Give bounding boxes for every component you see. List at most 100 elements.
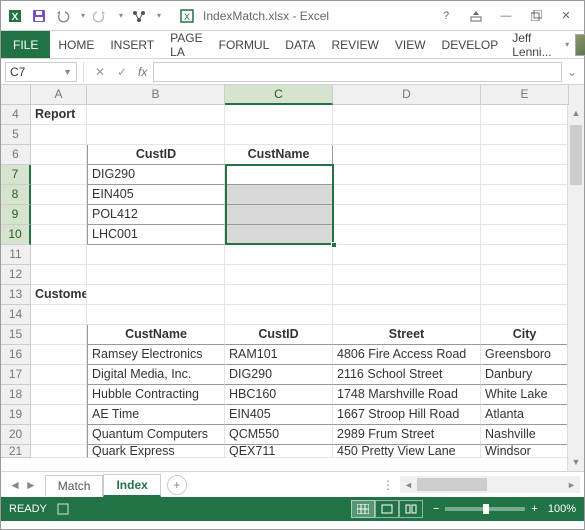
- cell[interactable]: DIG290: [87, 165, 225, 185]
- cell[interactable]: [31, 365, 87, 385]
- cell[interactable]: [31, 225, 87, 245]
- row-header[interactable]: 7: [1, 165, 31, 185]
- cell[interactable]: [481, 245, 569, 265]
- cell[interactable]: [31, 265, 87, 285]
- cell[interactable]: Greensboro: [481, 345, 569, 365]
- tab-data[interactable]: DATA: [277, 31, 323, 58]
- zoom-thumb[interactable]: [483, 504, 489, 514]
- row-header[interactable]: 21: [1, 445, 31, 458]
- row-header[interactable]: 6: [1, 145, 31, 165]
- cell[interactable]: [225, 305, 333, 325]
- cell[interactable]: [333, 105, 481, 125]
- cell[interactable]: White Lake: [481, 385, 569, 405]
- sheet-tab-match[interactable]: Match: [45, 475, 104, 496]
- pivot-icon[interactable]: [131, 8, 147, 24]
- row-header[interactable]: 16: [1, 345, 31, 365]
- cell[interactable]: Street: [333, 325, 481, 345]
- cell[interactable]: AE Time: [87, 405, 225, 425]
- cell[interactable]: [87, 265, 225, 285]
- qat-customize-icon[interactable]: ▾: [157, 11, 161, 20]
- tab-formulas[interactable]: FORMUL: [211, 31, 278, 58]
- tab-developer[interactable]: DEVELOP: [434, 31, 507, 58]
- cell[interactable]: Ramsey Electronics: [87, 345, 225, 365]
- scroll-up-icon[interactable]: ▲: [568, 105, 584, 122]
- tab-view[interactable]: VIEW: [387, 31, 434, 58]
- cell[interactable]: [31, 325, 87, 345]
- cell[interactable]: [481, 185, 569, 205]
- row-header[interactable]: 4: [1, 105, 31, 125]
- cell[interactable]: [333, 305, 481, 325]
- cell[interactable]: [481, 225, 569, 245]
- add-sheet-button[interactable]: +: [167, 475, 187, 495]
- cell[interactable]: Hubble Contracting: [87, 385, 225, 405]
- cell[interactable]: EIN405: [87, 185, 225, 205]
- redo-icon[interactable]: [93, 8, 109, 24]
- cell[interactable]: [87, 285, 225, 305]
- row-header[interactable]: 13: [1, 285, 31, 305]
- cell[interactable]: [225, 165, 333, 185]
- cell[interactable]: [225, 265, 333, 285]
- cell[interactable]: HBC160: [225, 385, 333, 405]
- cell[interactable]: Customers: [31, 285, 87, 305]
- cell[interactable]: [31, 125, 87, 145]
- cell[interactable]: [481, 305, 569, 325]
- tab-review[interactable]: REVIEW: [324, 31, 387, 58]
- cell[interactable]: [481, 265, 569, 285]
- cell[interactable]: [31, 425, 87, 445]
- col-header-C[interactable]: C: [225, 85, 333, 105]
- cell[interactable]: [87, 125, 225, 145]
- cell[interactable]: [333, 225, 481, 245]
- scroll-down-icon[interactable]: ▼: [568, 454, 584, 471]
- cell[interactable]: EIN405: [225, 405, 333, 425]
- ribbon-options-icon[interactable]: [462, 6, 490, 26]
- cell[interactable]: [481, 125, 569, 145]
- cell[interactable]: [31, 345, 87, 365]
- cell[interactable]: 4806 Fire Access Road: [333, 345, 481, 365]
- cell[interactable]: [31, 385, 87, 405]
- save-icon[interactable]: [31, 8, 47, 24]
- row-header[interactable]: 19: [1, 405, 31, 425]
- cell[interactable]: [333, 185, 481, 205]
- cell[interactable]: 1748 Marshville Road: [333, 385, 481, 405]
- zoom-slider[interactable]: − +: [433, 503, 538, 515]
- cell[interactable]: [87, 305, 225, 325]
- row-header[interactable]: 8: [1, 185, 31, 205]
- horizontal-scrollbar[interactable]: ◄ ►: [400, 476, 580, 493]
- view-page-layout-icon[interactable]: [375, 500, 399, 518]
- cell[interactable]: Quantum Computers: [87, 425, 225, 445]
- cell[interactable]: RAM101: [225, 345, 333, 365]
- fx-icon[interactable]: fx: [138, 65, 147, 79]
- col-header-E[interactable]: E: [481, 85, 569, 105]
- cell[interactable]: City: [481, 325, 569, 345]
- cell[interactable]: [31, 405, 87, 425]
- col-header-D[interactable]: D: [333, 85, 481, 105]
- cell[interactable]: Windsor: [481, 445, 569, 458]
- cell[interactable]: CustName: [225, 145, 333, 165]
- restore-icon[interactable]: [522, 6, 550, 26]
- cell[interactable]: [225, 205, 333, 225]
- cell[interactable]: [87, 245, 225, 265]
- cell[interactable]: [481, 105, 569, 125]
- row-header[interactable]: 15: [1, 325, 31, 345]
- name-box[interactable]: C7 ▼: [5, 62, 77, 82]
- cell[interactable]: [225, 285, 333, 305]
- cell[interactable]: [333, 165, 481, 185]
- cell[interactable]: [31, 305, 87, 325]
- cell[interactable]: [31, 445, 87, 458]
- cell[interactable]: Atlanta: [481, 405, 569, 425]
- formula-bar[interactable]: [153, 62, 562, 82]
- cell[interactable]: [225, 105, 333, 125]
- vertical-scrollbar[interactable]: ▲ ▼: [567, 105, 584, 471]
- user-account[interactable]: Jeff Lenni... ▾: [506, 31, 585, 58]
- cell[interactable]: [333, 125, 481, 145]
- cell[interactable]: [225, 225, 333, 245]
- cell[interactable]: 2989 Frum Street: [333, 425, 481, 445]
- cell[interactable]: [333, 245, 481, 265]
- view-page-break-icon[interactable]: [399, 500, 423, 518]
- minimize-icon[interactable]: —: [492, 6, 520, 26]
- cell[interactable]: 450 Pretty View Lane: [333, 445, 481, 458]
- cell[interactable]: POL412: [87, 205, 225, 225]
- row-header[interactable]: 5: [1, 125, 31, 145]
- cell[interactable]: [31, 145, 87, 165]
- cell[interactable]: Digital Media, Inc.: [87, 365, 225, 385]
